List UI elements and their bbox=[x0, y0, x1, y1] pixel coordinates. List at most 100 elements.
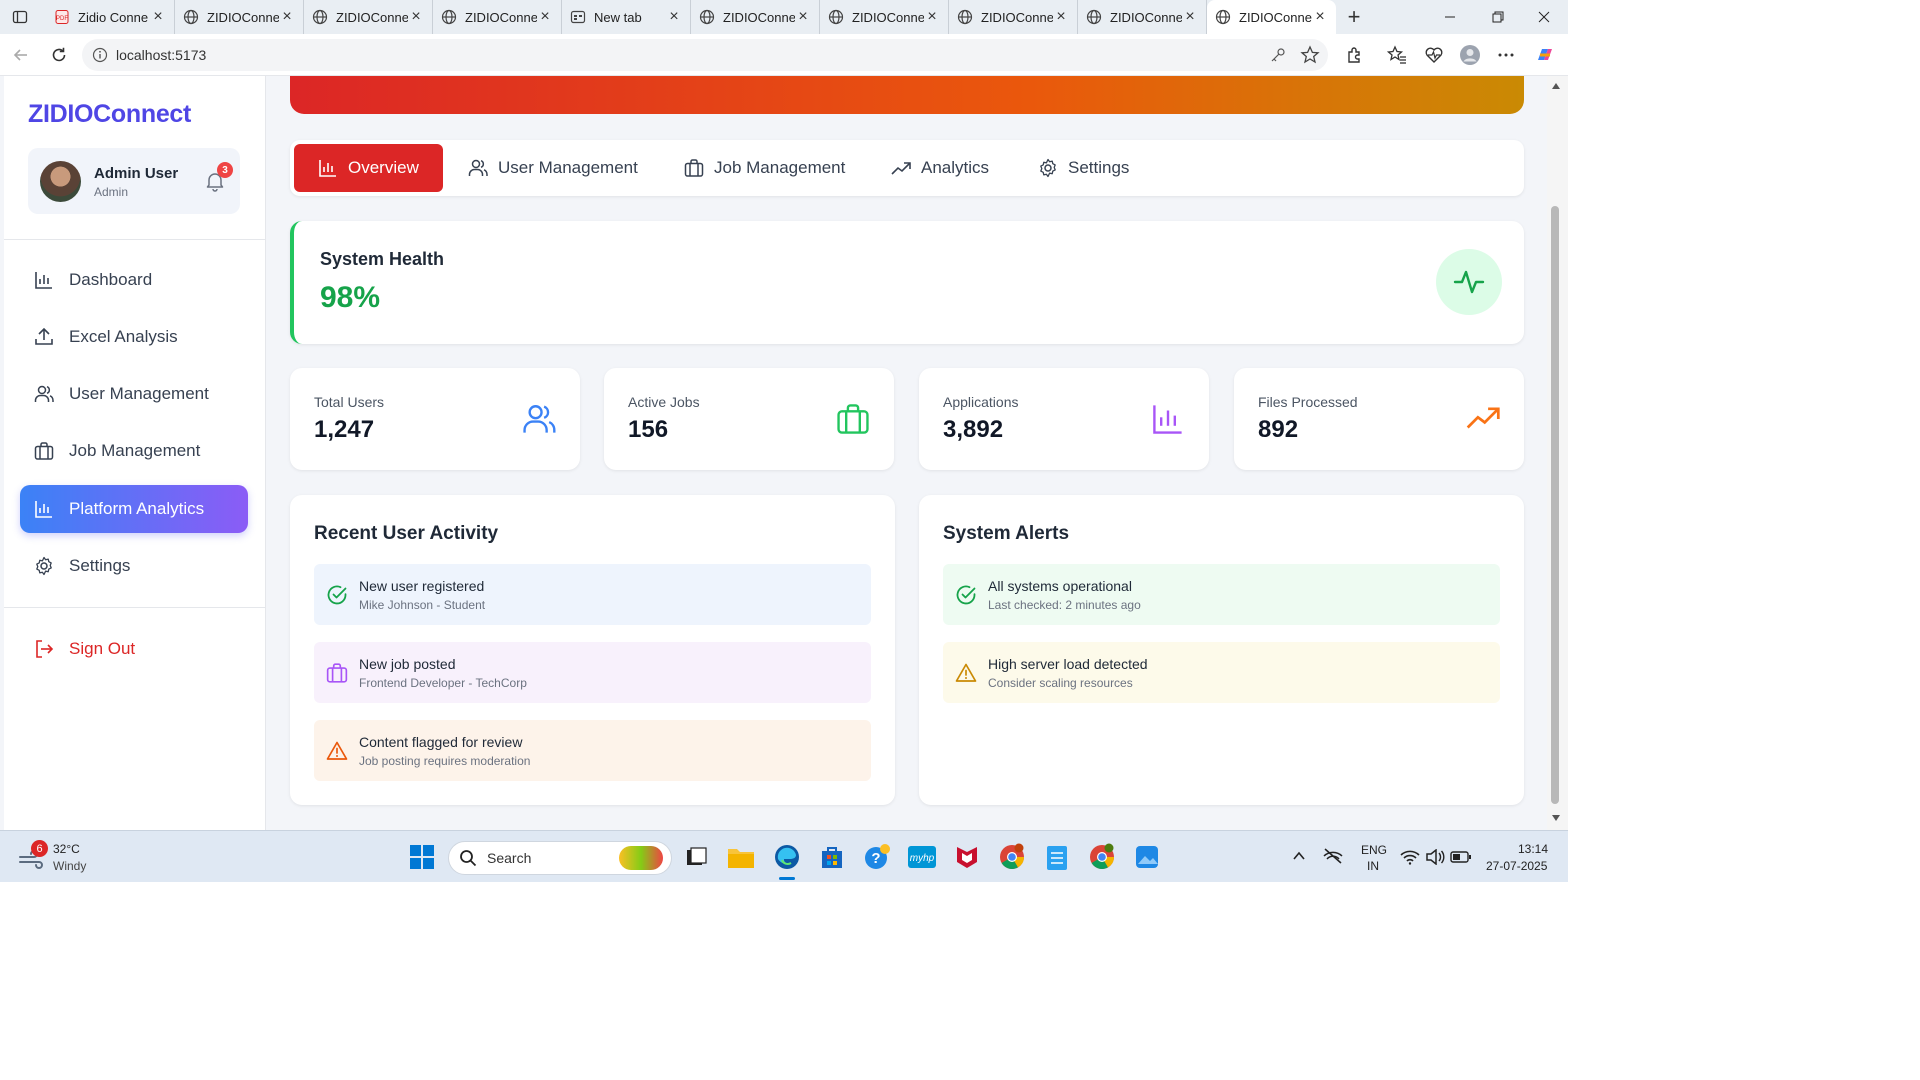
close-window-button[interactable] bbox=[1520, 0, 1568, 34]
list-item[interactable]: New job posted Frontend Developer - Tech… bbox=[314, 642, 871, 703]
sidebar-item-settings[interactable]: Settings bbox=[20, 542, 248, 590]
sign-out-button[interactable]: Sign Out bbox=[20, 625, 248, 673]
briefcase-icon bbox=[326, 662, 348, 684]
network-off-icon[interactable] bbox=[1322, 847, 1344, 865]
mcafee-icon[interactable] bbox=[951, 841, 983, 873]
task-view-icon[interactable] bbox=[680, 841, 712, 873]
url-text[interactable]: localhost:5173 bbox=[116, 47, 206, 63]
address-bar[interactable]: localhost:5173 bbox=[82, 39, 1328, 71]
list-item[interactable]: Content flagged for review Job posting r… bbox=[314, 720, 871, 781]
user-profile-card[interactable]: Admin User Admin 3 bbox=[28, 148, 240, 214]
sidebar-item-label: Job Management bbox=[69, 441, 201, 460]
browser-tab[interactable]: ZIDIOConne × bbox=[1078, 0, 1207, 34]
more-options-icon[interactable] bbox=[1493, 42, 1519, 68]
taskbar-search[interactable]: Search bbox=[448, 841, 672, 875]
volume-icon[interactable] bbox=[1425, 849, 1445, 865]
minimize-button[interactable] bbox=[1426, 0, 1474, 34]
browser-tab[interactable]: New tab × bbox=[562, 0, 691, 34]
tab-actions-icon[interactable] bbox=[0, 0, 40, 34]
tab-user-management[interactable]: User Management bbox=[456, 144, 650, 192]
browser-tab-active[interactable]: ZIDIOConne × bbox=[1207, 0, 1336, 34]
brand-logo[interactable]: ZIDIOConnect bbox=[28, 100, 191, 129]
favorites-icon[interactable] bbox=[1384, 42, 1410, 68]
browser-tab[interactable]: ZIDIOConne × bbox=[433, 0, 562, 34]
microsoft-store-icon[interactable] bbox=[816, 841, 848, 873]
edge-browser-icon[interactable] bbox=[771, 841, 803, 873]
globe-icon bbox=[441, 9, 457, 25]
weather-desc[interactable]: Windy bbox=[53, 859, 86, 873]
myhp-icon[interactable]: myhp bbox=[906, 841, 938, 873]
tab-overview[interactable]: Overview bbox=[294, 144, 443, 192]
browser-tab[interactable]: ZIDIOConne × bbox=[820, 0, 949, 34]
briefcase-icon bbox=[34, 441, 54, 461]
stat-value: 156 bbox=[628, 416, 669, 443]
favorite-star-icon[interactable] bbox=[1300, 45, 1320, 65]
notepad-icon[interactable] bbox=[1041, 841, 1073, 873]
restore-button[interactable] bbox=[1474, 0, 1522, 34]
browser-tab[interactable]: ZIDIOConne × bbox=[304, 0, 433, 34]
browser-tab[interactable]: ZIDIOConne × bbox=[949, 0, 1078, 34]
list-item[interactable]: New user registered Mike Johnson - Stude… bbox=[314, 564, 871, 625]
close-icon[interactable]: × bbox=[795, 8, 811, 25]
user-role: Admin bbox=[94, 185, 129, 199]
chrome-icon[interactable] bbox=[996, 841, 1028, 873]
system-health-card: System Health 98% bbox=[290, 221, 1524, 344]
sign-out-label: Sign Out bbox=[69, 639, 136, 658]
scrollbar-thumb[interactable] bbox=[1551, 206, 1559, 804]
browser-essentials-icon[interactable] bbox=[1421, 42, 1447, 68]
tab-analytics[interactable]: Analytics bbox=[879, 144, 1001, 192]
back-button[interactable] bbox=[4, 38, 38, 72]
chevron-up-icon[interactable] bbox=[1292, 849, 1306, 863]
sidebar-item-job-management[interactable]: Job Management bbox=[20, 427, 248, 475]
language-indicator[interactable]: ENG bbox=[1361, 843, 1387, 857]
refresh-button[interactable] bbox=[42, 38, 76, 72]
page-scrollbar[interactable] bbox=[1547, 76, 1568, 830]
header-banner bbox=[290, 76, 1524, 114]
tab-label: Overview bbox=[348, 158, 419, 177]
new-tab-button[interactable]: + bbox=[1336, 0, 1372, 34]
weather-temp[interactable]: 32°C bbox=[53, 842, 80, 856]
system-health-title: System Health bbox=[320, 249, 445, 269]
tab-settings[interactable]: Settings bbox=[1026, 144, 1141, 192]
close-icon[interactable]: × bbox=[1053, 8, 1069, 25]
close-icon[interactable]: × bbox=[537, 8, 553, 25]
browser-tab[interactable]: ZIDIOConne × bbox=[175, 0, 304, 34]
clock-date[interactable]: 27-07-2025 bbox=[1486, 859, 1547, 873]
list-item[interactable]: All systems operational Last checked: 2 … bbox=[943, 564, 1500, 625]
help-icon[interactable]: ? bbox=[861, 841, 893, 873]
key-icon[interactable] bbox=[1270, 47, 1286, 63]
browser-tab[interactable]: PDF Zidio Conne × bbox=[46, 0, 175, 34]
sidebar-item-user-management[interactable]: User Management bbox=[20, 370, 248, 418]
sidebar-item-platform-analytics[interactable]: Platform Analytics bbox=[20, 485, 248, 533]
panel-title: System Alerts bbox=[943, 523, 1070, 544]
copilot-icon[interactable] bbox=[1532, 42, 1558, 68]
profile-avatar-icon[interactable] bbox=[1457, 42, 1483, 68]
close-icon[interactable]: × bbox=[408, 8, 424, 25]
windows-start-icon[interactable] bbox=[406, 841, 438, 873]
clock-time[interactable]: 13:14 bbox=[1518, 842, 1548, 856]
briefcase-icon bbox=[836, 402, 870, 436]
close-icon[interactable]: × bbox=[924, 8, 940, 25]
item-subtitle: Consider scaling resources bbox=[988, 676, 1133, 690]
tab-job-management[interactable]: Job Management bbox=[672, 144, 857, 192]
close-icon[interactable]: × bbox=[150, 8, 166, 25]
extensions-icon[interactable] bbox=[1342, 42, 1368, 68]
tab-label: ZIDIOConne bbox=[207, 9, 279, 25]
browser-tab[interactable]: ZIDIOConne × bbox=[691, 0, 820, 34]
info-icon[interactable] bbox=[92, 47, 108, 63]
svg-text:PDF: PDF bbox=[56, 16, 68, 22]
chrome-profile-icon[interactable] bbox=[1086, 841, 1118, 873]
close-icon[interactable]: × bbox=[1182, 8, 1198, 25]
close-icon[interactable]: × bbox=[666, 8, 682, 25]
sidebar-item-excel-analysis[interactable]: Excel Analysis bbox=[20, 313, 248, 361]
close-icon[interactable]: × bbox=[279, 8, 295, 25]
wifi-icon[interactable] bbox=[1400, 849, 1420, 865]
sidebar-item-dashboard[interactable]: Dashboard bbox=[20, 256, 248, 304]
battery-icon[interactable] bbox=[1450, 850, 1472, 864]
tab-label: ZIDIOConne bbox=[465, 9, 537, 25]
region-indicator[interactable]: IN bbox=[1367, 859, 1379, 873]
list-item[interactable]: High server load detected Consider scali… bbox=[943, 642, 1500, 703]
close-icon[interactable]: × bbox=[1312, 8, 1328, 25]
file-explorer-icon[interactable] bbox=[725, 841, 757, 873]
photos-icon[interactable] bbox=[1131, 841, 1163, 873]
